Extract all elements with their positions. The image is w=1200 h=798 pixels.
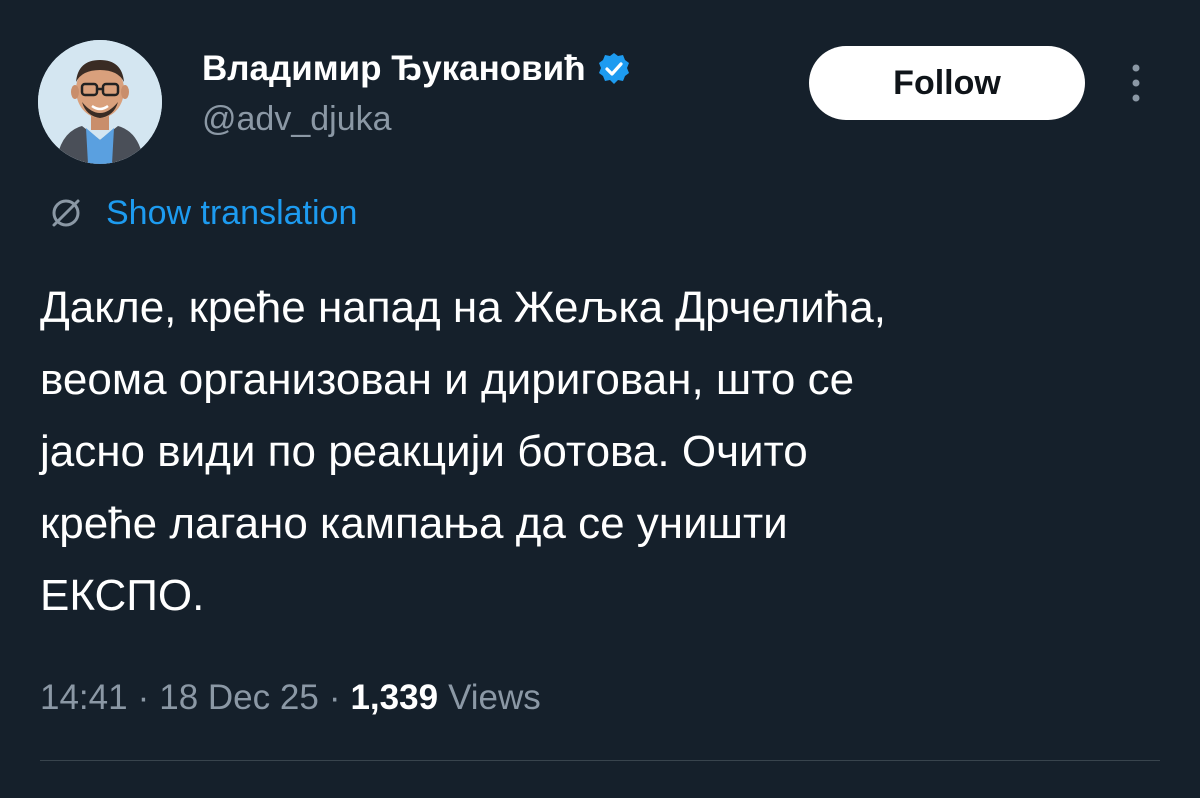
- meta-separator: ·: [137, 678, 150, 717]
- follow-button[interactable]: Follow: [809, 46, 1085, 120]
- meta-separator: ·: [328, 678, 341, 717]
- tweet-time[interactable]: 14:41: [40, 678, 128, 718]
- show-translation-label[interactable]: Show translation: [106, 194, 357, 233]
- tweet-meta: 14:41 · 18 Dec 25 · 1,339 Views: [40, 670, 541, 726]
- views-count: 1,339: [350, 678, 439, 717]
- show-translation-link[interactable]: Show translation: [46, 188, 357, 238]
- author-handle[interactable]: @adv_djuka: [202, 100, 392, 139]
- cartoon-avatar-icon: [38, 40, 162, 164]
- tweet-text: Дакле, креће напад на Жељка Дрчелића, ве…: [40, 283, 886, 620]
- more-vertical-icon[interactable]: [1124, 60, 1148, 106]
- tweet-card: Владимир Ђукановић @adv_djuka Follow Sho…: [0, 0, 1200, 798]
- author-display-name[interactable]: Владимир Ђукановић: [202, 49, 586, 89]
- tweet-date[interactable]: 18 Dec 25: [159, 678, 319, 718]
- avatar[interactable]: [38, 40, 162, 164]
- author-name-row[interactable]: Владимир Ђукановић: [202, 44, 632, 94]
- verified-badge-icon: [596, 51, 632, 87]
- globe-icon: [46, 193, 86, 233]
- divider: [40, 760, 1160, 761]
- views-label: Views: [448, 678, 541, 717]
